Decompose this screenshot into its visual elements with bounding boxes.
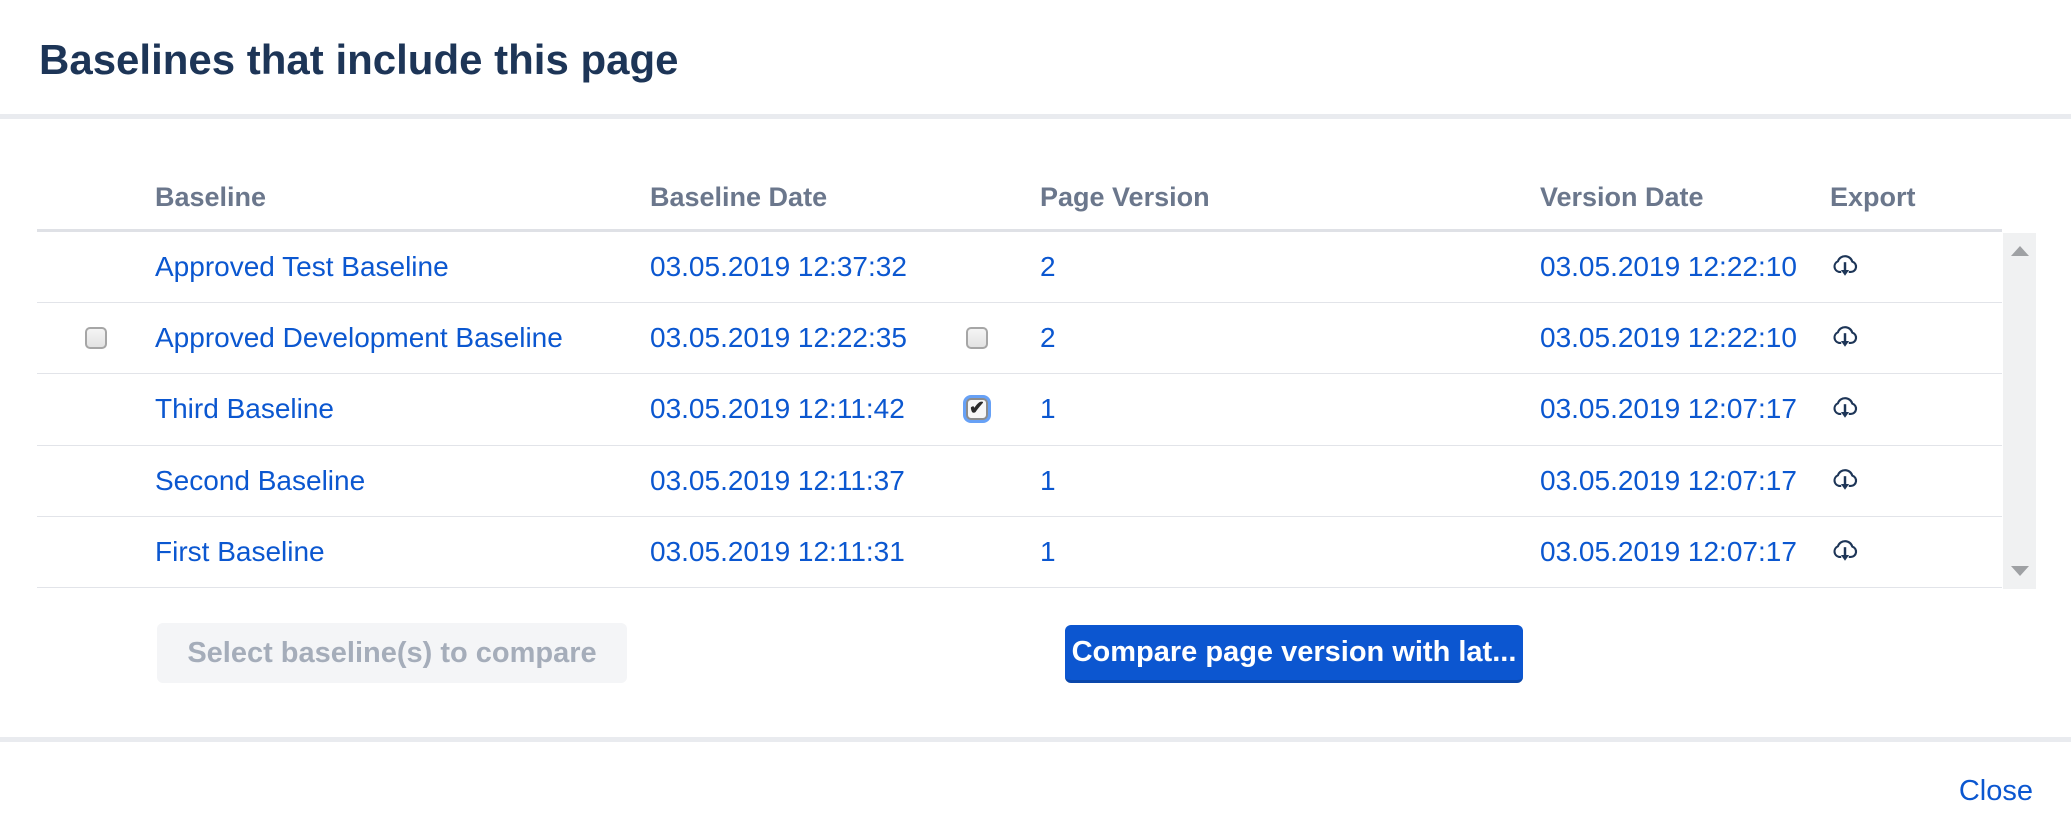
version-date-link[interactable]: 03.05.2019 12:22:10 — [1540, 251, 1797, 282]
scroll-down-icon[interactable] — [2010, 566, 2029, 576]
table-header-row: Baseline Baseline Date Page Version Vers… — [37, 166, 2002, 232]
table-row: First Baseline 03.05.2019 12:11:31 1 03.… — [37, 517, 2002, 588]
cloud-download-icon — [1830, 394, 1860, 424]
page-version-link[interactable]: 1 — [1040, 536, 1056, 567]
baseline-link[interactable]: Third Baseline — [155, 393, 334, 424]
baseline-date-link[interactable]: 03.05.2019 12:37:32 — [650, 251, 907, 282]
page-version-link[interactable]: 1 — [1040, 465, 1056, 496]
version-date-link[interactable]: 03.05.2019 12:07:17 — [1540, 465, 1797, 496]
baseline-link[interactable]: Approved Test Baseline — [155, 251, 449, 282]
page-version-link[interactable]: 2 — [1040, 322, 1056, 353]
baseline-link[interactable]: Approved Development Baseline — [155, 322, 563, 353]
baseline-date-link[interactable]: 03.05.2019 12:11:31 — [650, 536, 905, 567]
version-date-link[interactable]: 03.05.2019 12:22:10 — [1540, 322, 1797, 353]
baseline-link[interactable]: Second Baseline — [155, 465, 365, 496]
row-checkbox-cell — [37, 327, 155, 350]
export-button[interactable] — [1830, 251, 1862, 283]
export-button[interactable] — [1830, 465, 1862, 497]
table-row: Second Baseline 03.05.2019 12:11:37 1 03… — [37, 446, 2002, 517]
scroll-up-icon[interactable] — [2010, 246, 2029, 256]
baseline-link[interactable]: First Baseline — [155, 536, 325, 567]
baseline-select-checkbox[interactable] — [85, 327, 107, 350]
version-checkbox-cell: ✔ — [955, 397, 1040, 421]
table-scrollbar[interactable] — [2003, 233, 2036, 589]
table-body: Approved Test Baseline 03.05.2019 12:37:… — [37, 232, 2002, 588]
column-header-version-date: Version Date — [1540, 182, 1704, 212]
export-button[interactable] — [1830, 322, 1862, 354]
cloud-download-icon — [1830, 466, 1860, 496]
cloud-download-icon — [1830, 323, 1860, 353]
baseline-date-link[interactable]: 03.05.2019 12:22:35 — [650, 322, 907, 353]
page-version-link[interactable]: 2 — [1040, 251, 1056, 282]
page-version-link[interactable]: 1 — [1040, 393, 1056, 424]
dialog-title: Baselines that include this page — [39, 36, 679, 83]
checkmark-icon: ✔ — [969, 397, 985, 419]
column-header-baseline-date: Baseline Date — [650, 182, 828, 212]
version-select-checkbox[interactable] — [966, 327, 988, 350]
footer-divider — [0, 737, 2071, 742]
column-header-export: Export — [1830, 182, 1916, 212]
compare-latest-button[interactable]: Compare page version with lat... — [1065, 625, 1523, 683]
close-link[interactable]: Close — [1959, 775, 2033, 808]
table-row: Third Baseline 03.05.2019 12:11:42 ✔ 1 0… — [37, 374, 2002, 446]
select-compare-button[interactable]: Select baseline(s) to compare — [157, 623, 627, 683]
version-date-link[interactable]: 03.05.2019 12:07:17 — [1540, 536, 1797, 567]
table-row: Approved Development Baseline 03.05.2019… — [37, 303, 2002, 375]
cloud-download-icon — [1830, 537, 1860, 567]
column-header-page-version: Page Version — [1040, 182, 1210, 212]
baseline-date-link[interactable]: 03.05.2019 12:11:42 — [650, 393, 905, 424]
cloud-download-icon — [1830, 252, 1860, 282]
table-row: Approved Test Baseline 03.05.2019 12:37:… — [37, 232, 2002, 304]
baselines-dialog: Baselines that include this page Baselin… — [0, 0, 2071, 834]
column-header-baseline: Baseline — [155, 182, 267, 212]
title-divider — [0, 114, 2071, 119]
version-select-checkbox[interactable]: ✔ — [966, 397, 988, 421]
version-date-link[interactable]: 03.05.2019 12:07:17 — [1540, 393, 1797, 424]
export-button[interactable] — [1830, 536, 1862, 568]
version-checkbox-cell — [955, 327, 1040, 350]
baselines-table: Baseline Baseline Date Page Version Vers… — [37, 166, 2002, 588]
baseline-date-link[interactable]: 03.05.2019 12:11:37 — [650, 465, 905, 496]
export-button[interactable] — [1830, 393, 1862, 425]
